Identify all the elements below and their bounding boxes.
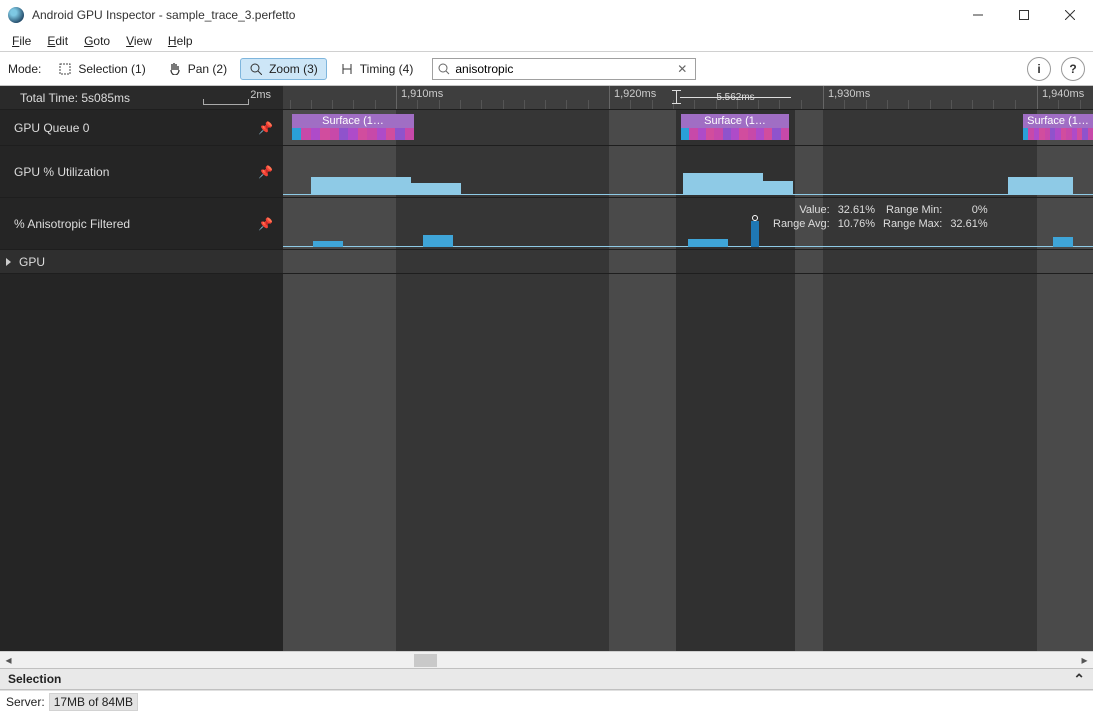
info-button[interactable]: i bbox=[1027, 57, 1051, 81]
pin-icon[interactable]: 📌 bbox=[258, 121, 273, 135]
track-label: GPU bbox=[19, 255, 45, 269]
scrollbar-thumb[interactable] bbox=[414, 654, 437, 667]
timing-icon bbox=[340, 62, 354, 76]
mode-pan[interactable]: Pan (2) bbox=[159, 58, 236, 80]
selection-icon bbox=[58, 62, 72, 76]
menu-file[interactable]: File bbox=[6, 32, 37, 50]
track-area-anisotropic[interactable]: Value:32.61%Range Min:0%Range Avg:10.76%… bbox=[283, 198, 1093, 249]
search-icon bbox=[437, 62, 451, 76]
selection-panel-header[interactable]: Selection ⌃ bbox=[0, 668, 1093, 690]
pin-icon[interactable]: 📌 bbox=[258, 165, 273, 179]
ruler-scale-label: 2ms bbox=[250, 89, 271, 101]
track-gpu-queue: GPU Queue 0 📌 Surface (1…Surface (1…Surf… bbox=[0, 110, 1093, 146]
menu-bar: File Edit Goto View Help bbox=[0, 30, 1093, 52]
hover-stats: Value:32.61%Range Min:0%Range Avg:10.76%… bbox=[773, 204, 988, 230]
ruler-row: Total Time: 5s085ms 2ms 1,910ms1,920ms1,… bbox=[0, 86, 1093, 110]
menu-edit[interactable]: Edit bbox=[41, 32, 74, 50]
total-time-label: Total Time: 5s085ms bbox=[14, 91, 130, 105]
window-title: Android GPU Inspector - sample_trace_3.p… bbox=[32, 8, 295, 22]
selection-title: Selection bbox=[8, 672, 61, 686]
pin-icon[interactable]: 📌 bbox=[258, 217, 273, 231]
menu-goto[interactable]: Goto bbox=[78, 32, 116, 50]
minimize-button[interactable] bbox=[955, 0, 1001, 30]
mode-timing[interactable]: Timing (4) bbox=[331, 58, 423, 80]
search-box[interactable]: ✕ bbox=[432, 58, 696, 80]
clear-search-icon[interactable]: ✕ bbox=[673, 62, 691, 76]
surface-slice[interactable]: Surface (1… bbox=[681, 114, 789, 140]
track-area-utilization[interactable] bbox=[283, 146, 1093, 197]
mode-zoom[interactable]: Zoom (3) bbox=[240, 58, 327, 80]
maximize-button[interactable] bbox=[1001, 0, 1047, 30]
track-label: GPU Queue 0 bbox=[14, 121, 89, 135]
track-label: % Anisotropic Filtered bbox=[14, 217, 130, 231]
track-area-queue[interactable]: Surface (1… Surface (1… Surface (1… bbox=[283, 110, 1093, 145]
menu-view[interactable]: View bbox=[120, 32, 158, 50]
timeline-panel: Total Time: 5s085ms 2ms 1,910ms1,920ms1,… bbox=[0, 86, 1093, 651]
chevron-up-icon[interactable]: ⌃ bbox=[1073, 671, 1085, 688]
scroll-right-icon[interactable]: ▸ bbox=[1076, 652, 1093, 669]
track-group-gpu[interactable]: GPU bbox=[0, 250, 1093, 274]
close-button[interactable] bbox=[1047, 0, 1093, 30]
surface-slice[interactable]: Surface (1… bbox=[1023, 114, 1093, 140]
zoom-icon bbox=[249, 62, 263, 76]
mode-label: Mode: bbox=[8, 62, 41, 76]
mode-selection[interactable]: Selection (1) bbox=[49, 58, 154, 80]
app-icon bbox=[8, 7, 24, 23]
surface-slice[interactable]: Surface (1… bbox=[292, 114, 414, 140]
status-bar: Server: 17MB of 84MB bbox=[0, 690, 1093, 712]
server-label: Server: bbox=[6, 695, 45, 709]
search-input[interactable] bbox=[451, 62, 673, 76]
caret-right-icon bbox=[6, 258, 11, 266]
track-area-group[interactable] bbox=[283, 250, 1093, 273]
scroll-left-icon[interactable]: ◂ bbox=[0, 652, 17, 669]
horizontal-scrollbar[interactable]: ◂ ▸ bbox=[0, 651, 1093, 668]
server-memory: 17MB of 84MB bbox=[49, 693, 138, 711]
track-anisotropic: % Anisotropic Filtered 📌 Value:32.61%Ran… bbox=[0, 198, 1093, 250]
title-bar: Android GPU Inspector - sample_trace_3.p… bbox=[0, 0, 1093, 30]
track-gpu-utilization: GPU % Utilization 📌 bbox=[0, 146, 1093, 198]
track-label: GPU % Utilization bbox=[14, 165, 109, 179]
pan-icon bbox=[168, 62, 182, 76]
help-button[interactable]: ? bbox=[1061, 57, 1085, 81]
ruler[interactable]: 1,910ms1,920ms1,930ms1,940ms 5.562ms bbox=[283, 86, 1093, 109]
ruler-scale-bracket bbox=[203, 99, 249, 105]
toolbar: Mode: Selection (1) Pan (2) Zoom (3) Tim… bbox=[0, 52, 1093, 86]
timeline-empty-area[interactable] bbox=[0, 274, 1093, 651]
menu-help[interactable]: Help bbox=[162, 32, 199, 50]
selection-bracket: 5.562ms bbox=[676, 90, 795, 104]
